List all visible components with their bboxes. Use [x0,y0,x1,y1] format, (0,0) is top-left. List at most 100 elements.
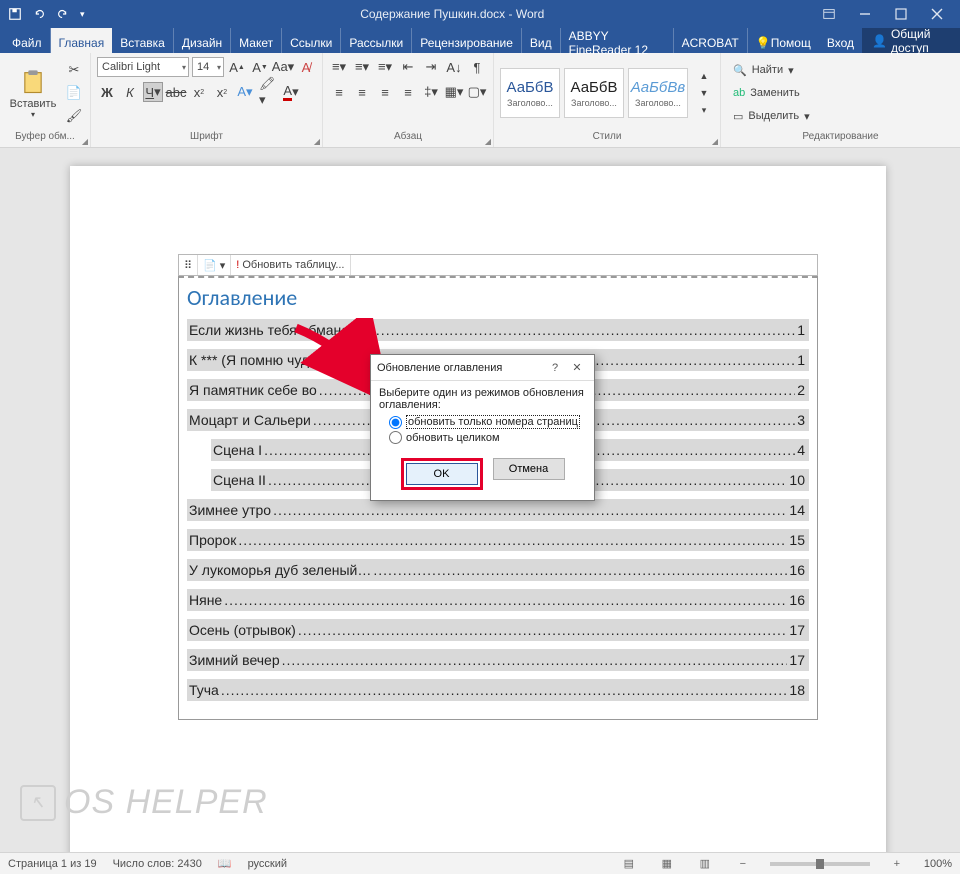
copy-button[interactable]: 📄 [64,83,84,103]
redo-icon[interactable] [56,7,70,21]
increase-indent-button[interactable]: ⇥ [421,57,441,77]
show-marks-button[interactable]: ¶ [467,57,487,77]
ok-button[interactable]: OK [406,463,478,485]
shading-button[interactable]: ▦▾ [444,82,464,102]
strike-button[interactable]: abc [166,82,186,102]
styles-down-icon[interactable]: ▼ [694,85,714,101]
sort-button[interactable]: A↓ [444,57,464,77]
shrink-font-button[interactable]: A▼ [250,57,270,77]
font-launcher-icon[interactable]: ◢ [314,137,320,146]
toc-row[interactable]: Если жизнь тебя обманет… ...............… [187,319,809,341]
tab-acrobat[interactable]: ACROBAT [674,28,748,53]
font-name-select[interactable]: Calibri Light [97,57,189,77]
status-page[interactable]: Страница 1 из 19 [8,858,97,870]
styles-launcher-icon[interactable]: ◢ [712,137,718,146]
tab-view[interactable]: Вид [522,28,561,53]
qat-more-icon[interactable]: ▾ [80,9,85,20]
decrease-indent-button[interactable]: ⇤ [398,57,418,77]
radio-update-all-input[interactable] [389,431,402,444]
change-case-button[interactable]: Aa▾ [273,57,293,77]
radio-update-pages[interactable]: обновить только номера страниц [389,415,586,429]
toc-doc-button[interactable]: 📄▾ [198,255,231,275]
format-painter-button[interactable]: 🖌 [64,106,84,126]
save-icon[interactable] [8,7,22,21]
tab-design[interactable]: Дизайн [174,28,231,53]
toc-update-button[interactable]: !Обновить таблицу... [231,255,350,275]
styles-more-icon[interactable]: ▾ [694,102,714,118]
borders-button[interactable]: ▢▾ [467,82,487,102]
style-heading1[interactable]: АаБбВЗаголово... [500,68,560,118]
spellcheck-icon[interactable]: 📖 [218,857,232,870]
line-spacing-button[interactable]: ‡▾ [421,82,441,102]
toc-row[interactable]: Зимнее утро ............................… [187,499,809,521]
styles-up-icon[interactable]: ▲ [694,68,714,84]
share-button[interactable]: 👤 Общий доступ [862,28,960,53]
tab-mailings[interactable]: Рассылки [341,28,412,53]
replace-button[interactable]: abЗаменить [733,83,810,103]
radio-update-all[interactable]: обновить целиком [389,431,586,444]
read-mode-icon[interactable]: ▤ [618,855,640,873]
highlight-button[interactable]: 🖍▾ [258,82,278,102]
select-button[interactable]: ▭Выделить ▾ [733,106,810,126]
cut-button[interactable]: ✂ [64,60,84,80]
style-heading3[interactable]: АаБбВвЗаголово... [628,68,688,118]
zoom-level[interactable]: 100% [924,858,952,870]
tab-help[interactable]: 💡 Помощ [748,28,819,53]
font-size-select[interactable]: 14 [192,57,224,77]
paragraph-launcher-icon[interactable]: ◢ [485,137,491,146]
toc-item-page: 15 [789,532,805,548]
web-layout-icon[interactable]: ▥ [694,855,716,873]
subscript-button[interactable]: x2 [189,82,209,102]
tab-home[interactable]: Главная [51,28,113,53]
toc-row[interactable]: Осень (отрывок) ........................… [187,619,809,641]
numbering-button[interactable]: ≡▾ [352,57,372,77]
font-color-button[interactable]: A▾ [281,82,301,102]
dialog-help-icon[interactable]: ? [544,362,566,374]
toc-menu-button[interactable]: ⠿ [179,255,198,275]
align-right-button[interactable]: ≡ [375,82,395,102]
toc-row[interactable]: Пророк .................................… [187,529,809,551]
dialog-close-icon[interactable]: ✕ [566,361,588,374]
zoom-in-icon[interactable]: + [886,855,908,873]
maximize-icon[interactable] [884,3,918,25]
tab-review[interactable]: Рецензирование [412,28,522,53]
radio-update-pages-input[interactable] [389,416,402,429]
document-page[interactable]: ⠿ 📄▾ !Обновить таблицу... Оглавление Есл… [70,166,886,852]
multilevel-button[interactable]: ≡▾ [375,57,395,77]
bold-button[interactable]: Ж [97,82,117,102]
superscript-button[interactable]: x2 [212,82,232,102]
status-words[interactable]: Число слов: 2430 [113,858,202,870]
align-left-button[interactable]: ≡ [329,82,349,102]
status-language[interactable]: русский [248,858,287,870]
underline-button[interactable]: Ч▾ [143,82,163,102]
text-effects-button[interactable]: A▾ [235,82,255,102]
tab-references[interactable]: Ссылки [282,28,341,53]
print-layout-icon[interactable]: ▦ [656,855,678,873]
find-button[interactable]: 🔍Найти ▾ [733,60,810,80]
bullets-button[interactable]: ≡▾ [329,57,349,77]
paste-button[interactable]: Вставить ▾ [6,60,60,126]
zoom-out-icon[interactable]: − [732,855,754,873]
align-center-button[interactable]: ≡ [352,82,372,102]
cancel-button[interactable]: Отмена [493,458,565,480]
italic-button[interactable]: К [120,82,140,102]
toc-row[interactable]: Зимний вечер ...........................… [187,649,809,671]
tab-file[interactable]: Файл [4,28,51,53]
login-button[interactable]: Вход [819,28,862,53]
close-icon[interactable] [920,3,954,25]
justify-button[interactable]: ≡ [398,82,418,102]
clear-format-button[interactable]: A̸ [296,57,316,77]
tab-abbyy[interactable]: ABBYY FineReader 12 [561,28,674,53]
ribbon-options-icon[interactable] [812,3,846,25]
zoom-slider[interactable] [770,862,870,866]
minimize-icon[interactable] [848,3,882,25]
style-heading2[interactable]: АаБбВЗаголово... [564,68,624,118]
tab-insert[interactable]: Вставка [112,28,174,53]
toc-row[interactable]: Туча ...................................… [187,679,809,701]
toc-row[interactable]: Няне ...................................… [187,589,809,611]
grow-font-button[interactable]: A▲ [227,57,247,77]
clipboard-launcher-icon[interactable]: ◢ [82,137,88,146]
toc-row[interactable]: У лукоморья дуб зеленый… ...............… [187,559,809,581]
tab-layout[interactable]: Макет [231,28,282,53]
undo-icon[interactable] [32,7,46,21]
